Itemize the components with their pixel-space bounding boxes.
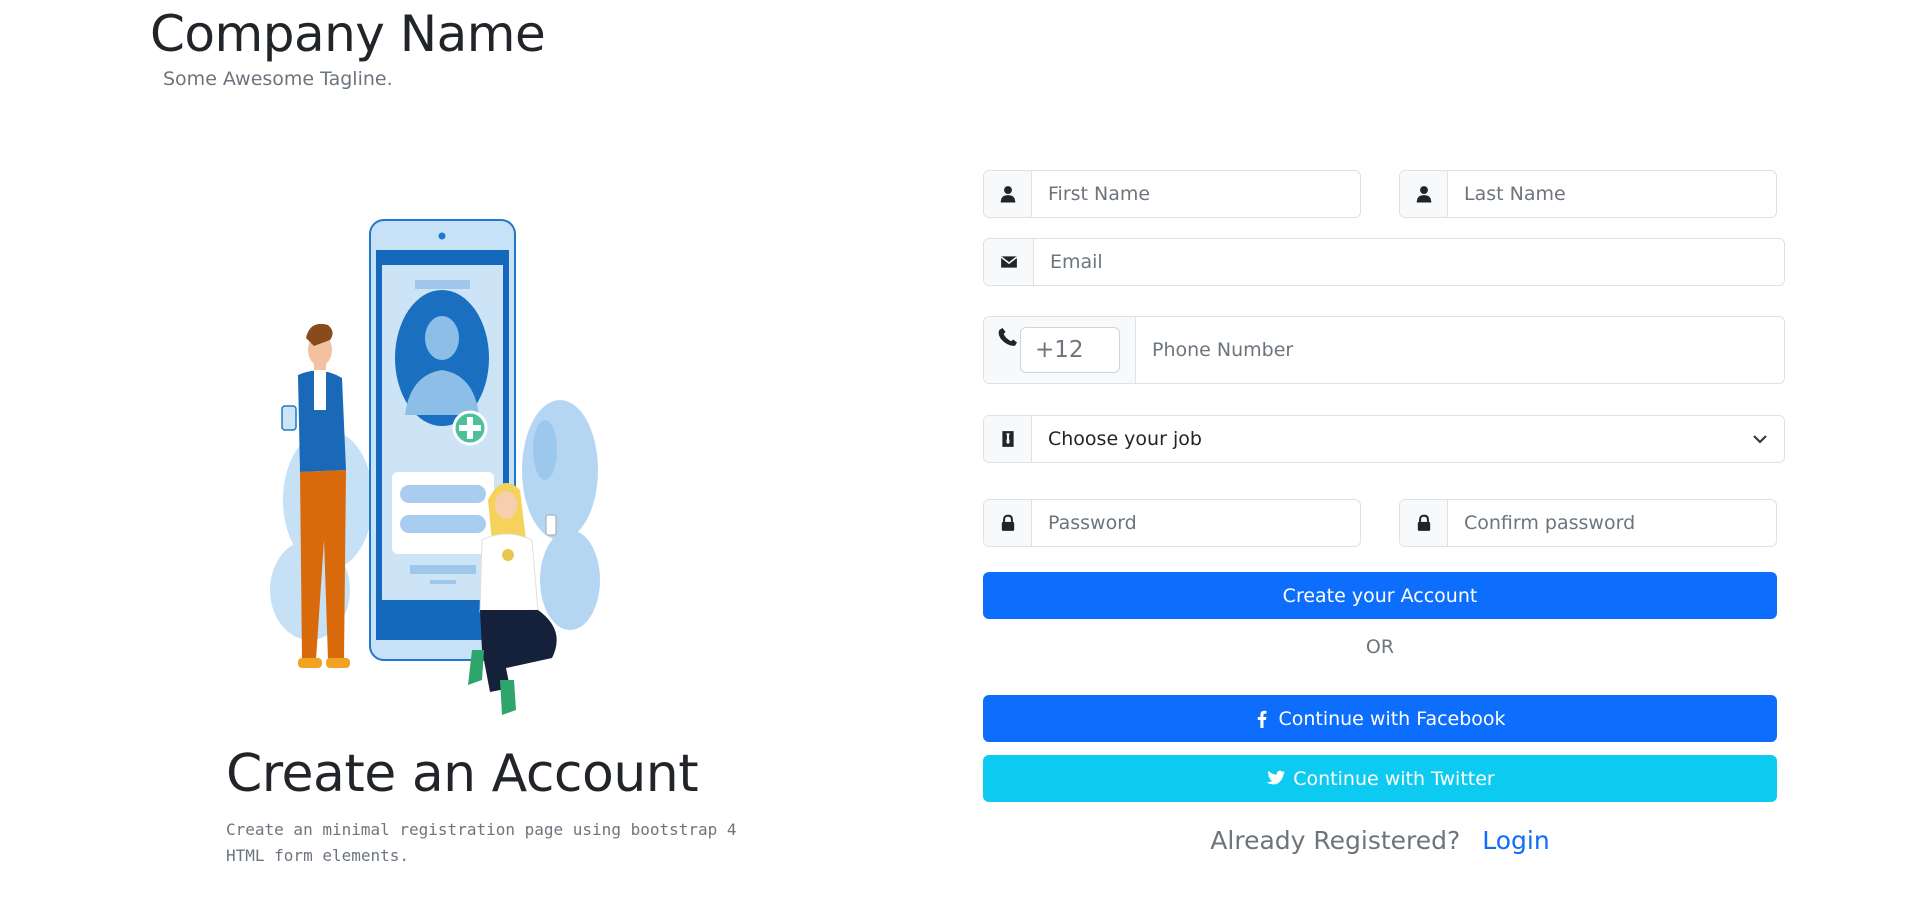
intro-description: Create an minimal registration page usin… [226,817,786,869]
phone-number-input[interactable] [1136,317,1784,383]
user-icon [1400,171,1448,217]
phone-country-code[interactable]: +12 [1020,327,1120,373]
job-select[interactable]: Choose your job [1032,416,1784,462]
password-input[interactable] [1032,500,1360,546]
intro-description-line-1: Create an minimal registration page usin… [226,819,737,839]
intro-description-line-2: HTML form elements. [226,845,410,865]
lock-icon [984,500,1032,546]
envelope-icon [984,239,1034,285]
login-link[interactable]: Login [1482,826,1549,855]
registration-illustration [270,219,600,715]
facebook-login-button[interactable]: Continue with Facebook [983,695,1777,742]
last-name-group [1399,170,1777,218]
confirm-password-input[interactable] [1448,500,1776,546]
create-account-button[interactable]: Create your Account [983,572,1777,619]
email-group [983,238,1785,286]
user-icon [984,171,1032,217]
intro-section: Create an Account Create an minimal regi… [226,744,786,869]
chevron-down-icon [1753,435,1767,444]
first-name-group [983,170,1361,218]
brand-header: Company Name Some Awesome Tagline. [150,4,546,90]
lock-icon [1400,500,1448,546]
company-tagline: Some Awesome Tagline. [163,68,393,90]
job-select-value: Choose your job [1048,428,1202,450]
twitter-login-button[interactable]: Continue with Twitter [983,755,1777,802]
email-input[interactable] [1034,239,1784,285]
company-name: Company Name [150,5,546,63]
login-prompt: Already Registered? Login [983,826,1777,855]
already-registered-text: Already Registered? [1210,826,1461,855]
phone-code-addon: +12 [984,317,1136,383]
facebook-login-label: Continue with Facebook [1278,707,1506,730]
password-group [983,499,1361,547]
phone-icon [998,328,1017,346]
twitter-icon [1266,770,1285,785]
facebook-icon [1258,710,1267,728]
or-divider: OR [1365,636,1395,658]
first-name-input[interactable] [1032,171,1360,217]
twitter-login-label: Continue with Twitter [1293,767,1495,790]
job-select-group: Choose your job [983,415,1785,463]
briefcase-icon [984,416,1032,462]
confirm-password-group [1399,499,1777,547]
last-name-input[interactable] [1448,171,1776,217]
phone-group: +12 [983,316,1785,384]
intro-title: Create an Account [226,744,699,804]
